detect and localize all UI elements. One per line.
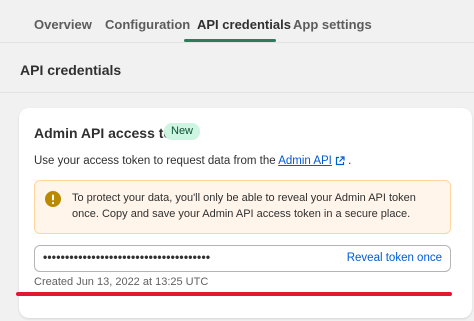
warning-banner: To protect your data, you'll only be abl… xyxy=(34,180,451,234)
banner-text: To protect your data, you'll only be abl… xyxy=(72,192,416,220)
tab-overview[interactable]: Overview xyxy=(34,17,92,32)
new-badge: New xyxy=(164,123,201,140)
tab-app-settings[interactable]: App settings xyxy=(293,17,372,32)
tab-bar: Overview Configuration API credentials A… xyxy=(0,0,474,43)
section-divider xyxy=(0,92,474,93)
external-link-icon[interactable] xyxy=(335,156,345,169)
admin-api-token-card: Admin API access token New Use your acce… xyxy=(19,108,472,318)
active-tab-indicator xyxy=(184,39,276,42)
description-suffix: . xyxy=(344,155,352,167)
masked-token: •••••••••••••••••••••••••••••••••••••• xyxy=(43,250,211,264)
page-title: API credentials xyxy=(20,62,122,78)
access-token-field[interactable]: •••••••••••••••••••••••••••••••••••••• R… xyxy=(34,245,451,272)
card-description: Use your access token to request data fr… xyxy=(34,155,351,169)
description-text: Use your access token to request data fr… xyxy=(34,155,279,167)
reveal-token-button[interactable]: Reveal token once xyxy=(347,252,442,264)
admin-api-link[interactable]: Admin API xyxy=(278,155,332,167)
tab-configuration[interactable]: Configuration xyxy=(105,17,190,32)
tab-api-credentials[interactable]: API credentials xyxy=(197,17,291,32)
created-timestamp: Created Jun 13, 2022 at 13:25 UTC xyxy=(34,276,209,288)
warning-circle-icon xyxy=(45,191,61,212)
annotation-underline xyxy=(16,292,452,296)
